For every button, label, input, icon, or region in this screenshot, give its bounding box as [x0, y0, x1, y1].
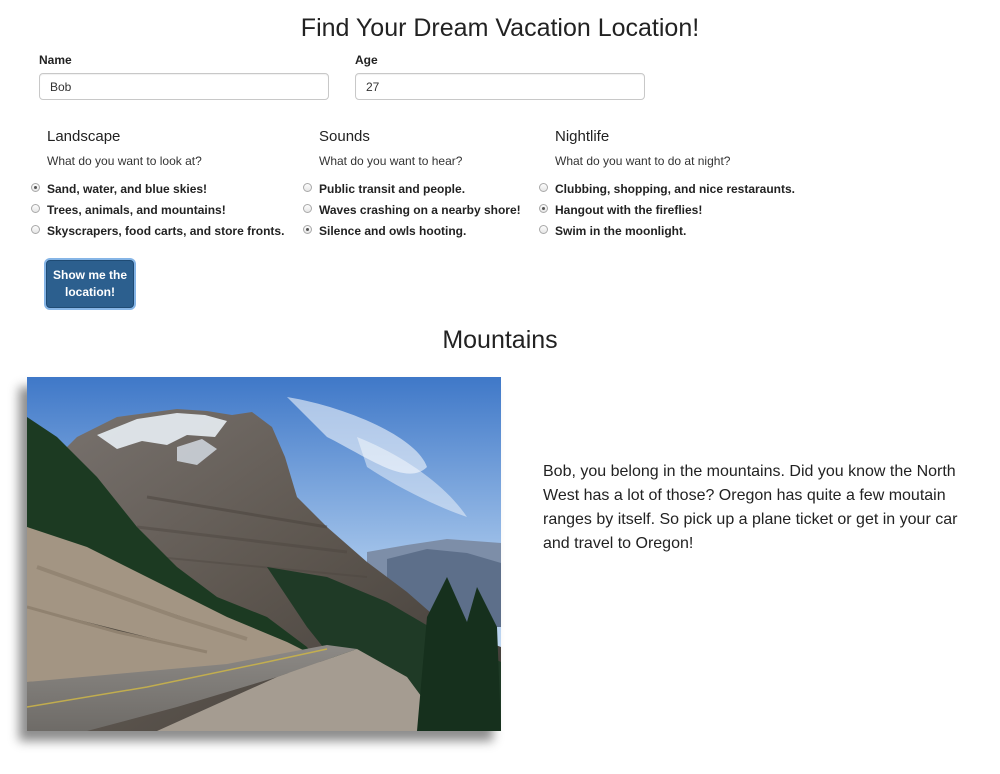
option-label: Swim in the moonlight. — [555, 223, 687, 238]
nightlife-option-fireflies[interactable]: Hangout with the fireflies! — [539, 199, 795, 220]
sounds-option-silence[interactable]: Silence and owls hooting. — [303, 220, 521, 241]
landscape-group: Landscape What do you want to look at? S… — [31, 128, 285, 241]
option-label: Public transit and people. — [319, 181, 466, 196]
nightlife-title: Nightlife — [555, 128, 610, 145]
landscape-option-city[interactable]: Skyscrapers, food carts, and store front… — [31, 220, 285, 241]
landscape-option-mountains[interactable]: Trees, animals, and mountains! — [31, 199, 284, 220]
nightlife-option-swim[interactable]: Swim in the moonlight. — [539, 220, 795, 241]
result-description: Bob, you belong in the mountains. Did yo… — [543, 463, 958, 552]
option-label: Skyscrapers, food carts, and store front… — [47, 223, 285, 238]
radio-button[interactable] — [31, 183, 40, 192]
radio-button[interactable] — [303, 183, 312, 192]
nightlife-option-clubbing[interactable]: Clubbing, shopping, and nice restaraunts… — [539, 178, 796, 199]
nightlife-group: Nightlife What do you want to do at nigh… — [539, 128, 796, 241]
option-label: Clubbing, shopping, and nice restaraunts… — [555, 181, 796, 196]
page-title: Find Your Dream Vacation Location! — [300, 14, 700, 42]
sounds-group: Sounds What do you want to hear? Public … — [303, 128, 521, 241]
option-label: Waves crashing on a nearby shore! — [319, 202, 521, 217]
name-input[interactable] — [39, 73, 329, 100]
option-label: Sand, water, and blue skies! — [47, 181, 208, 196]
age-input[interactable] — [355, 73, 645, 100]
show-location-button[interactable]: Show me the location! — [46, 260, 134, 308]
sounds-option-transit[interactable]: Public transit and people. — [303, 178, 521, 199]
option-label: Hangout with the fireflies! — [555, 202, 703, 217]
option-label: Silence and owls hooting. — [319, 223, 467, 238]
landscape-prompt: What do you want to look at? — [47, 154, 202, 168]
radio-button[interactable] — [31, 204, 40, 213]
age-label: Age — [355, 53, 378, 67]
radio-button[interactable] — [539, 225, 548, 234]
radio-button[interactable] — [31, 225, 40, 234]
radio-button[interactable] — [539, 183, 548, 192]
radio-button[interactable] — [303, 225, 312, 234]
sounds-title: Sounds — [319, 128, 370, 145]
option-label: Trees, animals, and mountains! — [47, 202, 226, 217]
radio-button[interactable] — [539, 204, 548, 213]
landscape-title: Landscape — [47, 128, 121, 145]
landscape-option-beach[interactable]: Sand, water, and blue skies! — [31, 178, 284, 199]
sounds-option-waves[interactable]: Waves crashing on a nearby shore! — [303, 199, 521, 220]
nightlife-prompt: What do you want to do at night? — [555, 154, 731, 168]
mountain-road-photo — [27, 377, 501, 731]
result-title: Mountains — [442, 326, 558, 354]
radio-button[interactable] — [303, 204, 312, 213]
name-label: Name — [39, 53, 72, 67]
sounds-prompt: What do you want to hear? — [319, 154, 463, 168]
